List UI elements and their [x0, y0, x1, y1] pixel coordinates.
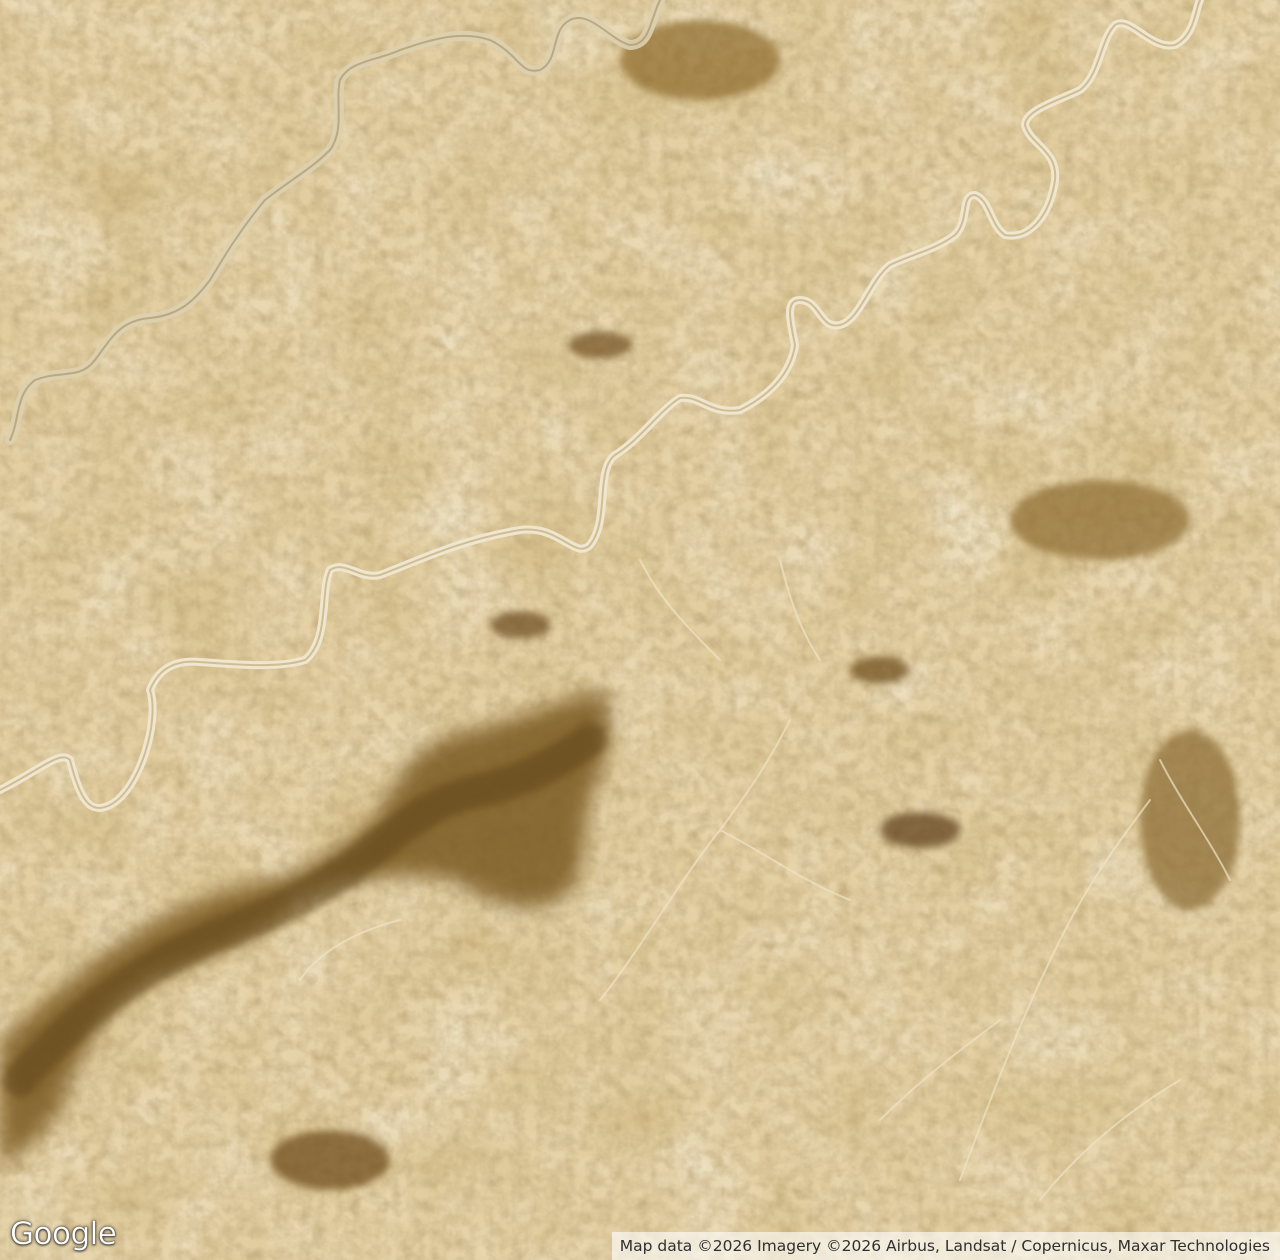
satellite-imagery [0, 0, 1280, 1260]
google-logo: Google [10, 1216, 117, 1253]
map-viewport[interactable]: Google Map data ©2026 Imagery ©2026 Airb… [0, 0, 1280, 1260]
map-attribution[interactable]: Map data ©2026 Imagery ©2026 Airbus, Lan… [611, 1232, 1280, 1260]
